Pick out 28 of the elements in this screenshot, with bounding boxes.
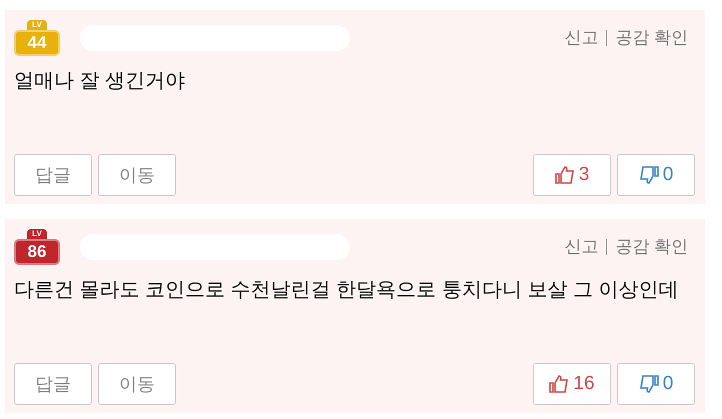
thumbs-up-icon [549, 375, 570, 393]
dislike-button[interactable]: 0 [617, 154, 695, 196]
empathy-link[interactable]: 공감 확인 [615, 234, 688, 260]
badge-label: LV [27, 229, 47, 239]
empathy-link[interactable]: 공감 확인 [615, 25, 688, 51]
like-count: 3 [578, 162, 590, 187]
like-button[interactable]: 3 [533, 154, 611, 196]
report-link[interactable]: 신고 [564, 234, 598, 260]
move-button[interactable]: 이동 [98, 363, 176, 405]
reply-button[interactable]: 답글 [14, 363, 92, 405]
badge-level: 44 [14, 30, 60, 56]
move-button[interactable]: 이동 [98, 154, 176, 196]
reply-button[interactable]: 답글 [14, 154, 92, 196]
thumbs-down-icon [638, 375, 659, 393]
divider [606, 30, 608, 46]
comment-text: 얼매나 잘 생긴거야 [14, 69, 186, 94]
badge-level: 86 [14, 239, 60, 265]
dislike-count: 0 [662, 162, 674, 187]
dislike-button[interactable]: 0 [617, 363, 695, 405]
like-button[interactable]: 16 [533, 363, 611, 405]
thumbs-down-icon [638, 166, 659, 184]
thumbs-up-icon [554, 166, 575, 184]
badge-label: LV [27, 20, 47, 30]
like-count: 16 [573, 372, 595, 396]
dislike-count: 0 [662, 372, 674, 396]
report-link[interactable]: 신고 [564, 25, 598, 51]
comment-text: 다른건 몰라도 코인으로 수천날린걸 한달욕으로 퉁치다니 보살 그 이상인데 [14, 278, 680, 303]
divider [606, 239, 608, 255]
